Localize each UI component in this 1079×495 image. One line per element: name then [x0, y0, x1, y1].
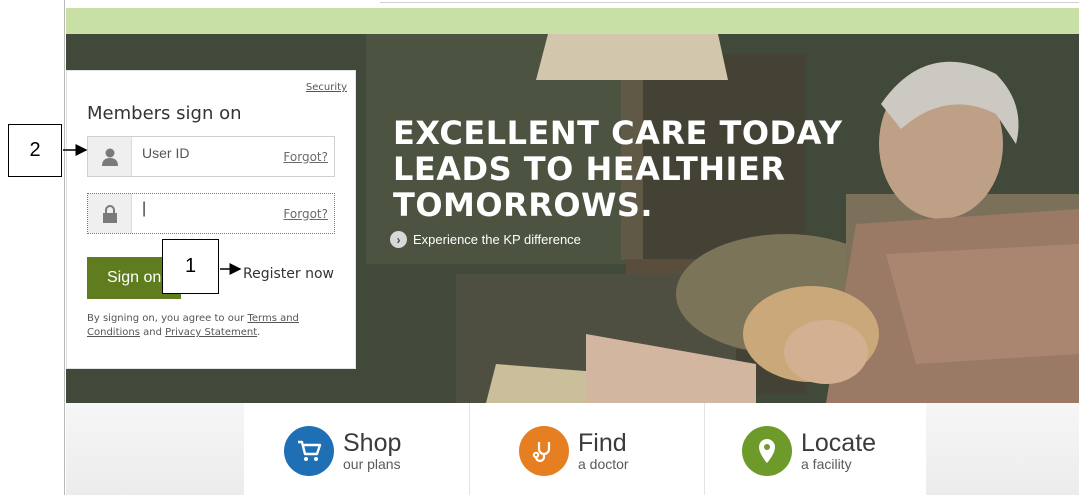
sign-on-title: Members sign on — [87, 103, 242, 124]
chevron-right-icon: › — [390, 231, 407, 248]
headline-line-3: TOMORROWS. — [393, 186, 654, 224]
terms-suffix: . — [257, 327, 261, 338]
locate-title: Locate — [801, 429, 877, 457]
quick-actions-bar: Shop our plans Find a doctor Locate a fa… — [66, 403, 1079, 495]
security-link[interactable]: Security — [306, 82, 347, 93]
user-id-input[interactable]: User ID — [132, 137, 283, 161]
lock-icon — [88, 194, 132, 233]
locate-subtitle: a facility — [801, 456, 852, 472]
experience-kp-label: Experience the KP difference — [413, 232, 581, 247]
find-doctor-action[interactable]: Find a doctor — [519, 426, 629, 476]
top-green-strip — [66, 8, 1079, 34]
terms-notice: By signing on, you agree to our Terms an… — [87, 312, 317, 340]
password-input[interactable]: | — [132, 194, 283, 218]
left-frame-edge — [64, 0, 65, 495]
experience-kp-link[interactable]: › Experience the KP difference — [390, 231, 581, 248]
shop-subtitle: our plans — [343, 456, 401, 472]
terms-and-word: and — [143, 327, 162, 338]
password-field[interactable]: | Forgot? — [87, 193, 335, 234]
find-subtitle: a doctor — [578, 456, 629, 472]
locate-facility-action[interactable]: Locate a facility — [742, 426, 876, 476]
find-title: Find — [578, 429, 627, 457]
forgot-user-id-link[interactable]: Forgot? — [283, 150, 334, 164]
action-divider-1 — [469, 403, 470, 495]
shop-title: Shop — [343, 429, 402, 457]
action-divider-2 — [704, 403, 705, 495]
map-pin-icon — [742, 426, 792, 476]
hero-headline: EXCELLENT CARE TODAY LEADS TO HEALTHIER … — [393, 115, 853, 223]
stethoscope-icon — [519, 426, 569, 476]
headline-line-1: EXCELLENT CARE TODAY — [393, 114, 843, 152]
user-icon — [88, 137, 132, 176]
cart-icon — [284, 426, 334, 476]
privacy-statement-link[interactable]: Privacy Statement — [165, 327, 257, 338]
top-rule — [380, 2, 1079, 3]
callout-2: 2 — [8, 124, 62, 177]
sign-on-panel: Security Members sign on User ID Forgot?… — [66, 70, 356, 369]
callout-1: 1 — [162, 239, 219, 294]
shop-plans-action[interactable]: Shop our plans — [284, 426, 401, 476]
user-id-field[interactable]: User ID Forgot? — [87, 136, 335, 177]
headline-line-2: LEADS TO HEALTHIER — [393, 150, 786, 188]
forgot-password-link[interactable]: Forgot? — [283, 207, 334, 221]
register-now-link[interactable]: Register now — [243, 266, 334, 282]
terms-prefix: By signing on, you agree to our — [87, 313, 245, 324]
page: EXCELLENT CARE TODAY LEADS TO HEALTHIER … — [0, 0, 1079, 495]
